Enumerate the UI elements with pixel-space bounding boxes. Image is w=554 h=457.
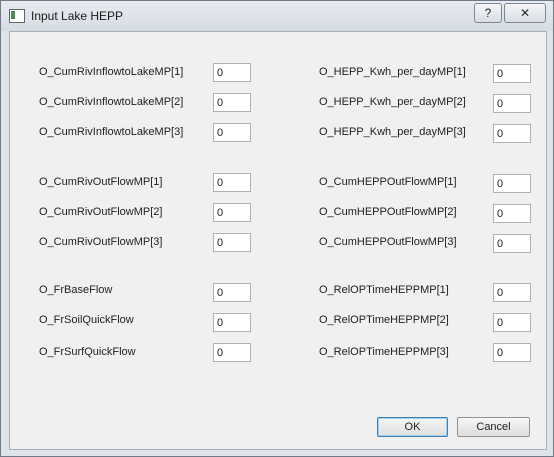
right-label-6: O_CumHEPPOutFlowMP[3] xyxy=(319,236,457,248)
left-field-9[interactable] xyxy=(213,343,251,362)
left-label-3: O_CumRivInflowtoLakeMP[3] xyxy=(39,126,184,138)
right-label-2: O_HEPP_Kwh_per_dayMP[2] xyxy=(319,96,466,108)
help-button[interactable]: ? xyxy=(474,3,502,23)
window-title: Input Lake HEPP xyxy=(31,9,124,23)
right-label-3: O_HEPP_Kwh_per_dayMP[3] xyxy=(319,126,466,138)
right-label-5: O_CumHEPPOutFlowMP[2] xyxy=(319,206,457,218)
left-field-5[interactable] xyxy=(213,203,251,222)
ok-button[interactable]: OK xyxy=(377,417,448,437)
dialog-window: Input Lake HEPP ? ✕ O_CumRivInflowtoLake… xyxy=(0,0,554,457)
left-label-4: O_CumRivOutFlowMP[1] xyxy=(39,176,163,188)
right-field-3[interactable] xyxy=(493,124,531,143)
right-field-9[interactable] xyxy=(493,343,531,362)
right-field-4[interactable] xyxy=(493,174,531,193)
left-field-8[interactable] xyxy=(213,313,251,332)
close-icon[interactable]: ✕ xyxy=(504,3,546,23)
left-label-8: O_FrSoilQuickFlow xyxy=(39,314,134,326)
left-label-7: O_FrBaseFlow xyxy=(39,284,113,296)
left-label-5: O_CumRivOutFlowMP[2] xyxy=(39,206,163,218)
left-label-9: O_FrSurfQuickFlow xyxy=(39,346,136,358)
left-field-3[interactable] xyxy=(213,123,251,142)
right-label-9: O_RelOPTimeHEPPMP[3] xyxy=(319,346,449,358)
right-label-4: O_CumHEPPOutFlowMP[1] xyxy=(319,176,457,188)
right-label-1: O_HEPP_Kwh_per_dayMP[1] xyxy=(319,66,466,78)
left-field-1[interactable] xyxy=(213,63,251,82)
title-bar[interactable]: Input Lake HEPP ? ✕ xyxy=(1,1,553,31)
left-field-4[interactable] xyxy=(213,173,251,192)
right-field-8[interactable] xyxy=(493,313,531,332)
right-field-5[interactable] xyxy=(493,204,531,223)
right-label-8: O_RelOPTimeHEPPMP[2] xyxy=(319,314,449,326)
right-field-2[interactable] xyxy=(493,94,531,113)
left-field-2[interactable] xyxy=(213,93,251,112)
right-label-7: O_RelOPTimeHEPPMP[1] xyxy=(319,284,449,296)
cancel-button[interactable]: Cancel xyxy=(457,417,530,437)
left-field-6[interactable] xyxy=(213,233,251,252)
app-window-icon xyxy=(9,9,25,23)
dialog-body: O_CumRivInflowtoLakeMP[1] O_CumRivInflow… xyxy=(9,31,547,450)
right-field-7[interactable] xyxy=(493,283,531,302)
left-label-6: O_CumRivOutFlowMP[3] xyxy=(39,236,163,248)
left-field-7[interactable] xyxy=(213,283,251,302)
right-field-1[interactable] xyxy=(493,64,531,83)
left-label-2: O_CumRivInflowtoLakeMP[2] xyxy=(39,96,184,108)
right-field-6[interactable] xyxy=(493,234,531,253)
left-label-1: O_CumRivInflowtoLakeMP[1] xyxy=(39,66,184,78)
